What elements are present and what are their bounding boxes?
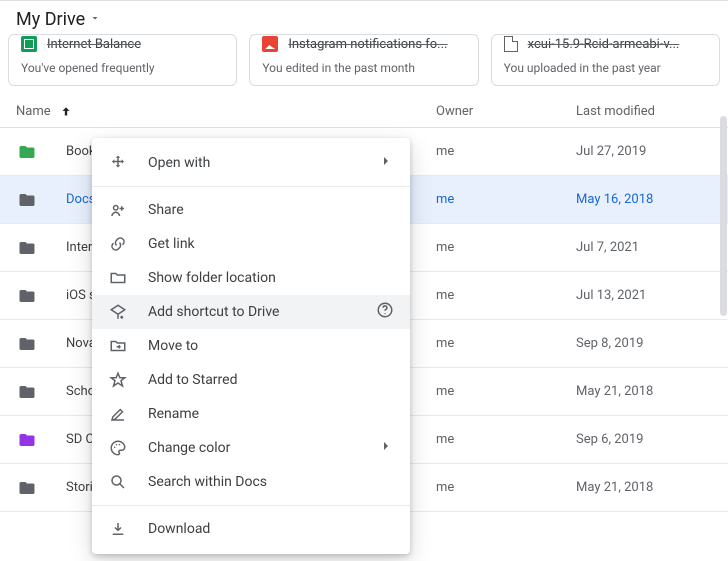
chevron-right-icon <box>378 438 394 458</box>
search-icon <box>108 472 128 492</box>
suggestion-card[interactable]: Instagram notifications fo... You edited… <box>249 34 478 86</box>
menu-open-with[interactable]: Open with <box>92 146 410 180</box>
folder-icon <box>16 383 38 401</box>
file-modified: Jul 7, 2021 <box>576 240 712 255</box>
menu-add-shortcut[interactable]: Add shortcut to Drive <box>92 295 410 329</box>
card-subtitle: You uploaded in the past year <box>504 61 707 75</box>
sheets-icon <box>21 36 37 52</box>
share-icon <box>108 200 128 220</box>
folder-icon <box>16 143 38 161</box>
column-header-row: Name Owner Last modified <box>0 96 728 128</box>
file-owner: me <box>436 480 576 495</box>
file-modified: May 21, 2018 <box>576 480 712 495</box>
folder-icon <box>16 287 38 305</box>
download-icon <box>108 519 128 539</box>
card-title: Internet Balance <box>47 37 141 52</box>
menu-show-folder-location[interactable]: Show folder location <box>92 261 410 295</box>
column-modified[interactable]: Last modified <box>576 104 712 119</box>
card-title: Instagram notifications fo... <box>288 37 447 52</box>
file-owner: me <box>436 432 576 447</box>
context-menu: Open with Share Get link Show folder loc… <box>92 138 410 554</box>
folder-icon <box>16 431 38 449</box>
open-with-icon <box>108 153 128 173</box>
file-modified: May 16, 2018 <box>576 192 712 207</box>
chevron-right-icon <box>378 153 394 173</box>
file-owner: me <box>436 144 576 159</box>
menu-separator <box>92 186 410 187</box>
menu-separator <box>92 505 410 506</box>
suggestion-cards: Internet Balance You've opened frequentl… <box>0 34 728 96</box>
file-modified: Jul 13, 2021 <box>576 288 712 303</box>
link-icon <box>108 234 128 254</box>
arrow-up-icon <box>59 105 73 119</box>
folder-icon <box>16 191 38 209</box>
move-icon <box>108 336 128 356</box>
file-owner: me <box>436 192 576 207</box>
location-breadcrumb[interactable]: My Drive <box>0 0 728 34</box>
menu-search-within[interactable]: Search within Docs <box>92 465 410 499</box>
rename-icon <box>108 404 128 424</box>
card-subtitle: You've opened frequently <box>21 61 224 75</box>
page-title: My Drive <box>16 9 85 30</box>
menu-rename[interactable]: Rename <box>92 397 410 431</box>
file-owner: me <box>436 384 576 399</box>
file-owner: me <box>436 288 576 303</box>
file-modified: Sep 6, 2019 <box>576 432 712 447</box>
folder-icon <box>16 239 38 257</box>
file-modified: Sep 8, 2019 <box>576 336 712 351</box>
column-owner[interactable]: Owner <box>436 104 576 119</box>
add-shortcut-icon <box>108 302 128 322</box>
file-modified: May 21, 2018 <box>576 384 712 399</box>
menu-share[interactable]: Share <box>92 193 410 227</box>
suggestion-card[interactable]: xcui-15.9-Rcid-armeabi-v... You uploaded… <box>491 34 720 86</box>
folder-icon <box>16 335 38 353</box>
folder-outline-icon <box>108 268 128 288</box>
file-owner: me <box>436 240 576 255</box>
card-title: xcui-15.9-Rcid-armeabi-v... <box>528 37 680 52</box>
file-icon <box>504 36 518 52</box>
menu-download[interactable]: Download <box>92 512 410 546</box>
menu-add-to-starred[interactable]: Add to Starred <box>92 363 410 397</box>
help-icon[interactable] <box>376 301 394 323</box>
chevron-down-icon <box>89 12 101 28</box>
file-owner: me <box>436 336 576 351</box>
suggestion-card[interactable]: Internet Balance You've opened frequentl… <box>8 34 237 86</box>
scrollbar-thumb[interactable] <box>720 116 727 316</box>
file-modified: Jul 27, 2019 <box>576 144 712 159</box>
star-icon <box>108 370 128 390</box>
menu-move-to[interactable]: Move to <box>92 329 410 363</box>
card-subtitle: You edited in the past month <box>262 61 465 75</box>
menu-change-color[interactable]: Change color <box>92 431 410 465</box>
palette-icon <box>108 438 128 458</box>
image-icon <box>262 36 278 52</box>
folder-icon <box>16 479 38 497</box>
menu-get-link[interactable]: Get link <box>92 227 410 261</box>
column-name[interactable]: Name <box>16 104 436 119</box>
